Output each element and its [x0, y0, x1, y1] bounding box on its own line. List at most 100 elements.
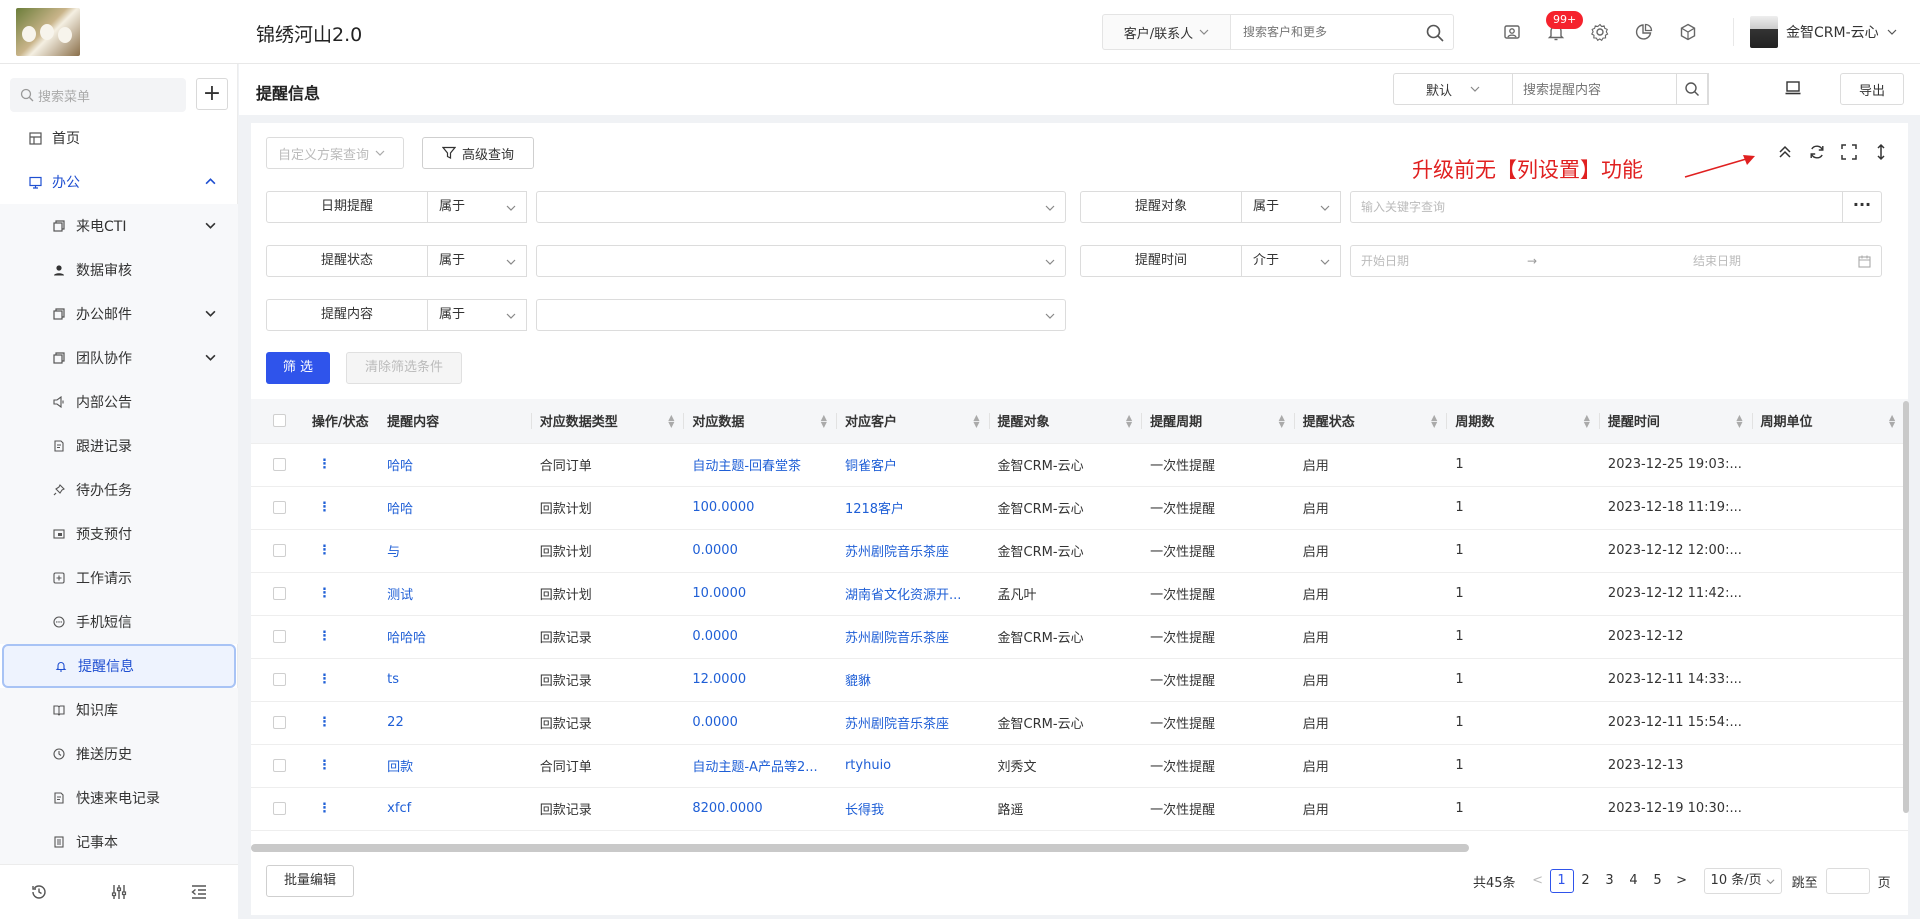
row-actions-button[interactable]: ⋮ — [303, 443, 380, 487]
sidebar-item-request[interactable]: 工作请示 — [0, 556, 238, 600]
table-row[interactable]: ⋮ 测试 回款计划 10.0000 湖南省文化资源开... 孟凡叶 一次性提醒 启用 1 2023… — [251, 572, 1908, 616]
table-cell-link[interactable]: 自动主题-A产品等2... — [684, 744, 837, 788]
sidebar-item-push-history[interactable]: 推送历史 — [0, 732, 238, 776]
table-row[interactable]: ⋮ 哈哈 合同订单 自动主题-回春堂茶 铜雀客户 金智CRM-云心 一次性提醒 启用 1 2023… — [251, 443, 1908, 487]
row-checkbox[interactable] — [251, 572, 304, 616]
page-4[interactable]: 4 — [1622, 869, 1646, 893]
sidebar-item-knowledge[interactable]: 知识库 — [0, 688, 238, 732]
row-actions-button[interactable]: ⋮ — [303, 744, 380, 788]
contact-card-icon[interactable] — [1502, 22, 1522, 42]
page-5[interactable]: 5 — [1646, 869, 1670, 893]
column-header[interactable]: 对应客户 ▲ ▼ — [836, 399, 990, 444]
row-checkbox[interactable] — [251, 658, 304, 702]
table-cell-link[interactable]: 铜雀客户 — [836, 443, 990, 487]
sidebar-item-home[interactable]: 首页 — [0, 116, 238, 160]
filter-value-select[interactable] — [536, 191, 1066, 223]
sidebar-item-notebook[interactable]: 记事本 — [0, 820, 238, 864]
column-header[interactable]: 提醒状态 ▲ ▼ — [1294, 399, 1448, 444]
filter-value-select[interactable] — [536, 299, 1066, 331]
row-actions-button[interactable]: ⋮ — [303, 486, 380, 530]
search-icon[interactable] — [1425, 23, 1445, 43]
table-cell-link[interactable]: 长得我 — [836, 787, 990, 831]
table-cell-link[interactable]: 苏州剧院音乐茶座 — [836, 615, 990, 659]
table-cell-link[interactable]: 回款 — [379, 744, 532, 788]
table-row[interactable]: ⋮ 哈哈哈 回款记录 0.0000 苏州剧院音乐茶座 金智CRM-云心 一次性提醒 启用 1 20… — [251, 615, 1908, 659]
sidebar-item-team[interactable]: 团队协作 — [0, 336, 238, 380]
export-button[interactable]: 导出 — [1840, 73, 1904, 105]
table-cell-link[interactable]: rtyhuio — [836, 744, 990, 788]
table-cell-link[interactable]: 湖南省文化资源开... — [836, 572, 990, 616]
table-cell-link[interactable]: 22 — [379, 701, 532, 745]
sidebar-item-announcement[interactable]: 内部公告 — [0, 380, 238, 424]
sliders-icon[interactable] — [110, 883, 130, 903]
row-checkbox[interactable] — [251, 701, 304, 745]
table-cell-link[interactable]: 苏州剧院音乐茶座 — [836, 701, 990, 745]
table-cell-link[interactable]: 1218客户 — [836, 486, 990, 530]
user-menu[interactable]: 金智CRM-云心 — [1750, 16, 1897, 48]
filter-operator-select[interactable]: 介于 — [1241, 245, 1341, 277]
table-cell-link[interactable]: 12.0000 — [684, 658, 837, 702]
global-search-input[interactable] — [1231, 15, 1411, 49]
column-header[interactable]: 提醒对象 ▲ ▼ — [989, 399, 1143, 444]
next-page-button[interactable]: > — [1670, 869, 1694, 893]
table-row[interactable]: ⋮ 22 回款记录 0.0000 苏州剧院音乐茶座 金智CRM-云心 一次性提醒 启用 1 202… — [251, 701, 1908, 745]
preset-query-select[interactable]: 自定义方案查询 — [266, 137, 404, 169]
date-range-picker[interactable]: 开始日期 → 结束日期 — [1350, 245, 1882, 277]
history-icon[interactable] — [30, 883, 50, 903]
row-checkbox[interactable] — [251, 615, 304, 659]
app-logo[interactable] — [16, 8, 80, 56]
search-icon[interactable] — [1676, 73, 1708, 105]
sidebar-item-followup[interactable]: 跟进记录 — [0, 424, 238, 468]
table-cell-link[interactable]: 10.0000 — [684, 572, 837, 616]
column-header[interactable]: 提醒时间 ▲ ▼ — [1599, 399, 1753, 444]
add-button[interactable]: + — [196, 78, 228, 110]
table-cell-link[interactable]: 与 — [379, 529, 532, 573]
row-checkbox[interactable] — [251, 787, 304, 831]
table-cell-link[interactable]: 0.0000 — [684, 529, 837, 573]
column-header[interactable]: 提醒内容 — [379, 399, 532, 444]
row-actions-button[interactable]: ⋮ — [303, 529, 380, 573]
sidebar-item-reminders[interactable]: 提醒信息 — [2, 644, 236, 688]
sidebar-item-advance[interactable]: 预支预付 — [0, 512, 238, 556]
page-3[interactable]: 3 — [1598, 869, 1622, 893]
row-checkbox[interactable] — [251, 486, 304, 530]
select-all-checkbox[interactable] — [251, 399, 304, 444]
table-cell-link[interactable]: ts — [379, 658, 532, 702]
sidebar-item-cti[interactable]: 来电CTI — [0, 204, 238, 248]
advanced-query-button[interactable]: 高级查询 — [422, 137, 534, 169]
table-cell-link[interactable]: 貔貅 — [836, 658, 990, 702]
filter-operator-select[interactable]: 属于 — [427, 245, 527, 277]
filter-keyword-input[interactable]: 输入关键字查询 — [1350, 191, 1843, 223]
table-cell-link[interactable]: 测试 — [379, 572, 532, 616]
table-cell-link[interactable]: 0.0000 — [684, 615, 837, 659]
filter-operator-select[interactable]: 属于 — [427, 191, 527, 223]
sidebar-item-sms[interactable]: 手机短信 — [0, 600, 238, 644]
clear-filters-button[interactable]: 清除筛选条件 — [346, 352, 462, 384]
filter-button[interactable]: 筛 选 — [266, 352, 330, 384]
view-select[interactable]: 默认 — [1393, 73, 1513, 105]
column-header[interactable]: 提醒周期 ▲ ▼ — [1142, 399, 1295, 444]
refresh-icon[interactable] — [1808, 143, 1826, 161]
filter-value-select[interactable] — [536, 245, 1066, 277]
table-cell-link[interactable]: 8200.0000 — [684, 787, 837, 831]
page-1[interactable]: 1 — [1549, 869, 1574, 893]
column-header[interactable]: 对应数据 ▲ ▼ — [684, 399, 837, 444]
table-cell-link[interactable]: 0.0000 — [684, 701, 837, 745]
table-cell-link[interactable]: xfcf — [379, 787, 532, 831]
row-height-icon[interactable] — [1872, 143, 1890, 161]
vertical-scrollbar[interactable] — [1903, 401, 1909, 813]
collapse-up-icon[interactable] — [1776, 143, 1794, 161]
bulk-edit-button[interactable]: 批量编辑 — [266, 865, 354, 897]
page-size-select[interactable]: 10 条/页 — [1703, 868, 1782, 894]
content-search-input[interactable] — [1513, 74, 1663, 104]
sidebar-item-office-mail[interactable]: 办公邮件 — [0, 292, 238, 336]
table-row[interactable]: ⋮ 回款 合同订单 自动主题-A产品等2... rtyhuio 刘秀文 一次性提醒 启用 1 20… — [251, 744, 1908, 788]
filter-operator-select[interactable]: 属于 — [427, 299, 527, 331]
filter-operator-select[interactable]: 属于 — [1241, 191, 1341, 223]
cube-icon[interactable] — [1678, 22, 1698, 42]
settings-icon[interactable] — [1590, 22, 1610, 42]
column-header[interactable]: 对应数据类型 ▲ ▼ — [531, 399, 685, 444]
table-cell-link[interactable]: 哈哈哈 — [379, 615, 532, 659]
table-cell-link[interactable]: 自动主题-回春堂茶 — [684, 443, 837, 487]
prev-page-button[interactable]: < — [1526, 869, 1550, 893]
